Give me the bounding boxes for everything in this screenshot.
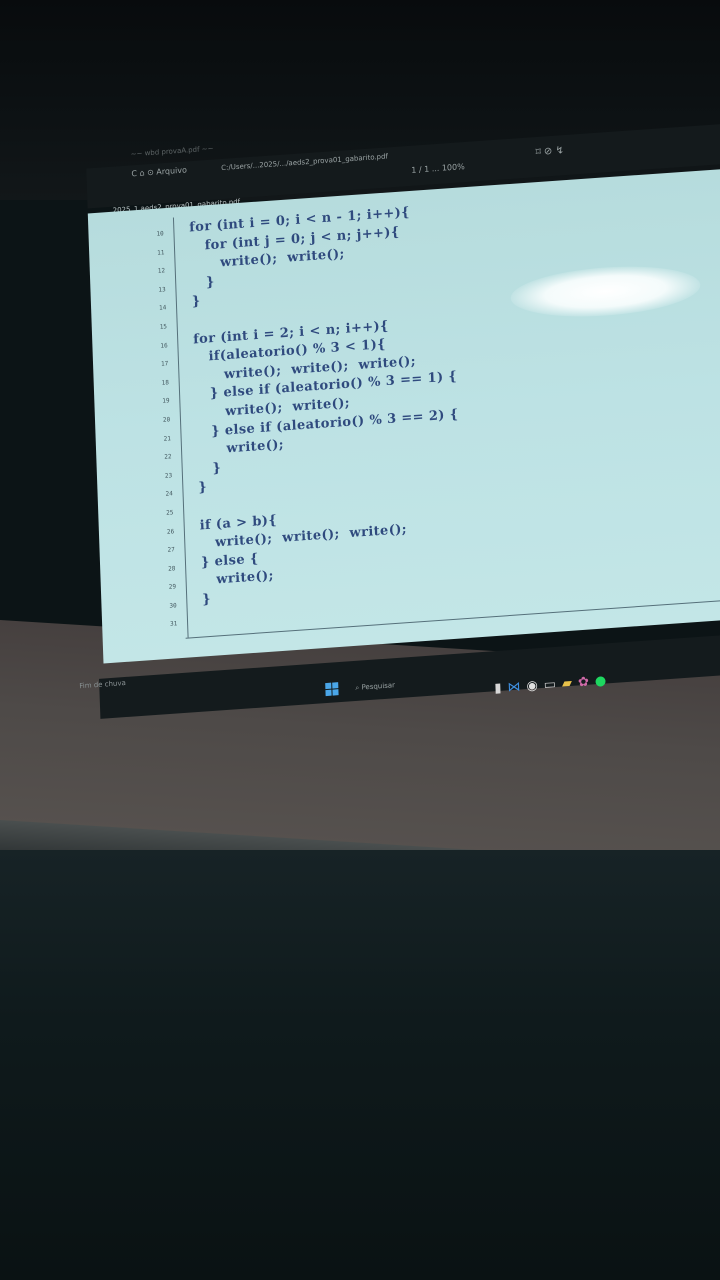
code-listing: for (int i = 0; i < n - 1; i++){ for (in… bbox=[189, 201, 465, 610]
line-number: 17 bbox=[160, 360, 169, 368]
line-number: 31 bbox=[170, 620, 178, 629]
file-explorer-icon[interactable]: ▮ bbox=[494, 680, 508, 696]
line-number: 18 bbox=[161, 378, 170, 387]
line-number: 29 bbox=[168, 583, 177, 592]
line-number: 24 bbox=[165, 490, 173, 499]
pdf-toolbar-icons[interactable]: ⌑ ⊘ ↯ bbox=[535, 145, 564, 158]
line-number: 19 bbox=[162, 397, 170, 406]
line-number: 11 bbox=[157, 248, 165, 257]
chrome-icon[interactable]: ◉ bbox=[526, 678, 544, 694]
line-number: 15 bbox=[159, 323, 168, 331]
line-number: 21 bbox=[163, 434, 171, 443]
line-number: 20 bbox=[162, 416, 171, 424]
line-number: 12 bbox=[157, 267, 166, 275]
terminal-icon[interactable]: ▭ bbox=[544, 677, 563, 693]
search-placeholder: Pesquisar bbox=[361, 681, 396, 692]
photographed-screen: ~~ wbd provaA.pdf ~~ C ⌂ ⊙ Arquivo C:/Us… bbox=[0, 0, 720, 925]
line-number: 28 bbox=[168, 564, 176, 573]
line-number: 30 bbox=[169, 602, 177, 610]
line-number: 25 bbox=[166, 509, 174, 517]
line-number: 26 bbox=[166, 527, 175, 536]
browser-tab-text[interactable]: ~~ wbd provaA.pdf ~~ bbox=[131, 145, 214, 159]
line-number: 23 bbox=[164, 471, 173, 480]
app-icon[interactable]: ✿ bbox=[578, 674, 595, 690]
line-number: 27 bbox=[167, 546, 175, 554]
line-number: 22 bbox=[164, 453, 172, 461]
line-number: 13 bbox=[158, 286, 166, 294]
vscode-icon[interactable]: ⋈ bbox=[507, 679, 526, 695]
spotify-icon[interactable]: ● bbox=[595, 673, 613, 689]
folder-icon[interactable]: ▰ bbox=[562, 675, 578, 691]
line-number: 14 bbox=[158, 304, 167, 313]
line-number: 16 bbox=[160, 341, 168, 350]
line-number: 10 bbox=[156, 230, 164, 238]
windows-start-icon[interactable] bbox=[325, 682, 339, 697]
